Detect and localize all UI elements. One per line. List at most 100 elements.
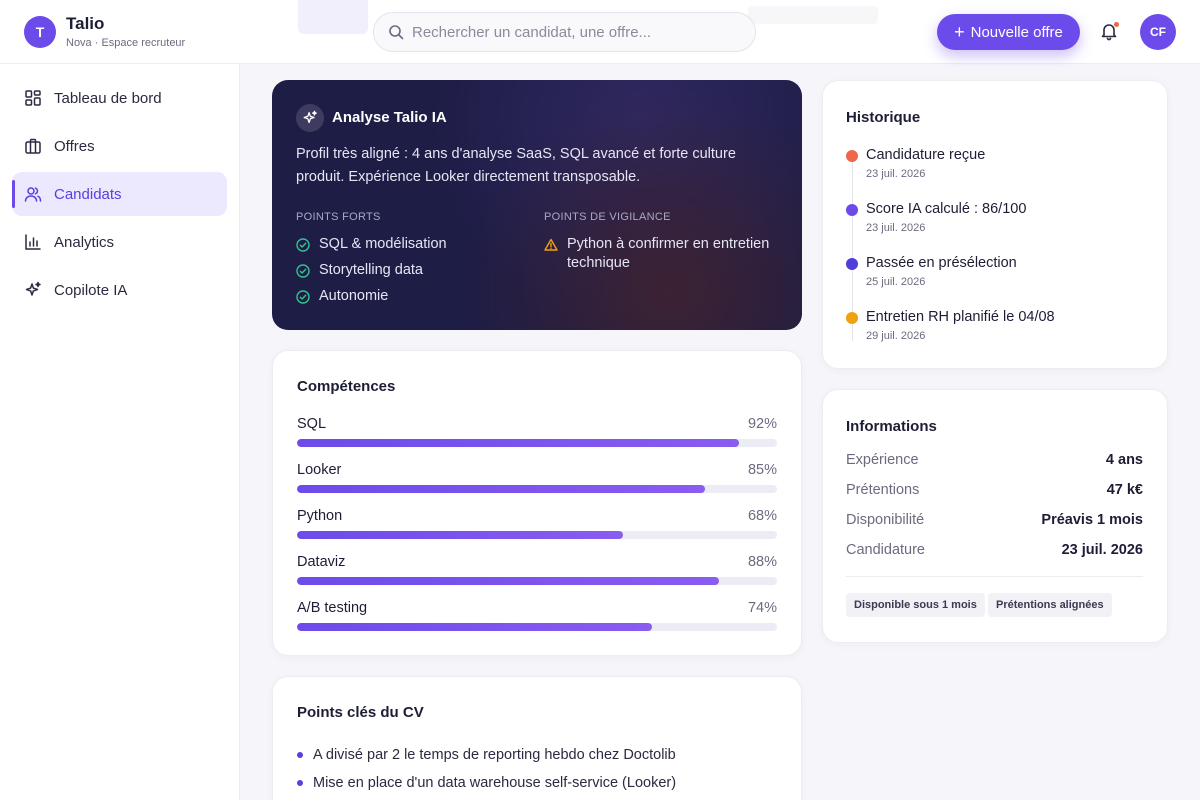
strength-text: Storytelling data	[319, 262, 423, 278]
skill-percent: 74%	[747, 600, 777, 616]
info-key: Candidature	[846, 542, 925, 558]
sidebar-item-label: Tableau de bord	[54, 89, 162, 107]
timeline-date: 25 juil. 2026	[866, 276, 926, 288]
info-row-expectations: Prétentions 47 k€	[846, 482, 1143, 498]
info-row-application: Candidature 23 juil. 2026	[846, 542, 1143, 558]
sidebar-item-dashboard[interactable]: Tableau de bord	[12, 76, 227, 120]
skill-progress-fill	[297, 485, 705, 493]
list-item: Storytelling data	[296, 261, 447, 280]
strengths-list: SQL & modélisation Storytelling data Aut…	[296, 235, 447, 313]
skill-head: SQL 92%	[297, 416, 777, 432]
search-input[interactable]	[412, 23, 732, 41]
timeline-item: Score IA calculé : 86/100 23 juil. 2026	[846, 199, 1026, 234]
skill-progress-track	[297, 485, 777, 493]
new-offer-label: Nouvelle offre	[970, 23, 1063, 41]
skill-percent: 68%	[747, 508, 777, 524]
info-value: 23 juil. 2026	[1061, 542, 1143, 558]
sidebar-item-label: Offres	[54, 137, 95, 155]
new-offer-button[interactable]: + Nouvelle offre	[937, 14, 1080, 50]
timeline-dot	[846, 258, 858, 270]
brand-logo: T	[24, 16, 56, 48]
skill-name: Looker	[297, 462, 342, 478]
history-title: Historique	[846, 109, 921, 126]
skill-name: A/B testing	[297, 600, 368, 616]
bullet-dot	[297, 752, 303, 758]
skill-percent: 92%	[747, 416, 777, 432]
skill-percent: 88%	[747, 554, 777, 570]
timeline-dot	[846, 312, 858, 324]
ai-analysis-card: Analyse Talio IA Profil très aligné : 4 …	[272, 80, 802, 330]
concern-text: Python à confirmer en entretien techniqu…	[567, 236, 770, 271]
search-bar[interactable]	[373, 12, 756, 52]
warning-icon	[544, 238, 558, 251]
divider	[846, 576, 1143, 577]
skill-progress-track	[297, 439, 777, 447]
sidebar: Tableau de bord Offres Candidats Analyti…	[0, 64, 240, 800]
skill-head: Looker 85%	[297, 462, 777, 478]
strengths-title: POINTS FORTS	[296, 211, 381, 223]
ai-badge	[296, 104, 324, 132]
information-title: Informations	[846, 418, 937, 435]
sidebar-item-label: Candidats	[54, 185, 122, 203]
info-value: Préavis 1 mois	[1041, 512, 1143, 528]
skill-row: SQL 92%	[297, 416, 777, 447]
search-icon	[389, 25, 404, 40]
sidebar-item-offers[interactable]: Offres	[12, 124, 227, 168]
info-value: 4 ans	[1105, 452, 1143, 468]
skill-progress-fill	[297, 623, 653, 631]
check-circle-icon	[296, 264, 310, 278]
skills-title: Compétences	[297, 378, 396, 395]
check-circle-icon	[296, 238, 310, 252]
info-key: Expérience	[846, 452, 919, 468]
sidebar-item-candidates[interactable]: Candidats	[12, 172, 227, 216]
top-bar: T Talio Nova · Espace recruteur + Nouvel…	[0, 0, 1200, 64]
bullet-dot	[297, 780, 303, 786]
brand-subtitle: Nova · Espace recruteur	[66, 37, 186, 49]
brand-text: Talio Nova · Espace recruteur	[66, 14, 185, 50]
skill-progress-fill	[297, 439, 739, 447]
skill-name: Dataviz	[297, 554, 346, 570]
sidebar-item-copilot[interactable]: Copilote IA	[12, 268, 227, 312]
skill-head: Python 68%	[297, 508, 777, 524]
notifications-button[interactable]	[1099, 21, 1121, 43]
timeline-date: 23 juil. 2026	[866, 168, 926, 180]
sparkles-icon	[25, 281, 41, 296]
briefcase-icon	[25, 138, 41, 154]
timeline-label: Entretien RH planifié le 04/08	[866, 309, 1055, 325]
ai-analysis-title: Analyse Talio IA	[332, 109, 447, 126]
timeline-dot	[846, 150, 858, 162]
highlight-text: A divisé par 2 le temps de reporting heb…	[313, 747, 676, 763]
sidebar-item-label: Analytics	[54, 233, 115, 251]
timeline-dot	[846, 204, 858, 216]
list-item: Autonomie	[296, 287, 447, 306]
timeline-item: Candidature reçue 23 juil. 2026	[846, 145, 985, 180]
skill-percent: 85%	[747, 462, 777, 478]
skill-progress-track	[297, 623, 777, 631]
brand[interactable]: T Talio Nova · Espace recruteur	[24, 14, 185, 50]
skill-row: Looker 85%	[297, 462, 777, 493]
users-icon	[24, 187, 42, 202]
info-key: Disponibilité	[846, 512, 925, 528]
bar-chart-icon	[25, 234, 41, 250]
skill-progress-track	[297, 577, 777, 585]
timeline-item: Passée en présélection 25 juil. 2026	[846, 253, 1017, 288]
sidebar-item-analytics[interactable]: Analytics	[12, 220, 227, 264]
info-value: 47 k€	[1106, 482, 1143, 498]
timeline-item: Entretien RH planifié le 04/08 29 juil. 2…	[846, 307, 1055, 342]
sidebar-item-label: Copilote IA	[54, 281, 128, 299]
list-item: Mise en place d'un data warehouse self-s…	[297, 769, 676, 797]
sparkles-icon	[303, 110, 317, 124]
skill-progress-fill	[297, 531, 624, 539]
list-item: A divisé par 2 le temps de reporting heb…	[297, 741, 676, 769]
faded-overlay-shape	[298, 0, 368, 34]
user-avatar[interactable]: CF	[1140, 14, 1176, 50]
info-row-experience: Expérience 4 ans	[846, 452, 1143, 468]
skill-name: Python	[297, 508, 343, 524]
highlight-text: Mise en place d'un data warehouse self-s…	[313, 775, 677, 791]
timeline-date: 23 juil. 2026	[866, 222, 926, 234]
notification-dot	[1114, 22, 1119, 27]
information-card: Informations Expérience 4 ans Prétention…	[822, 389, 1168, 643]
concerns-list: Python à confirmer en entretien techniqu…	[544, 235, 784, 280]
strength-text: Autonomie	[319, 288, 389, 304]
info-key: Prétentions	[846, 482, 920, 498]
